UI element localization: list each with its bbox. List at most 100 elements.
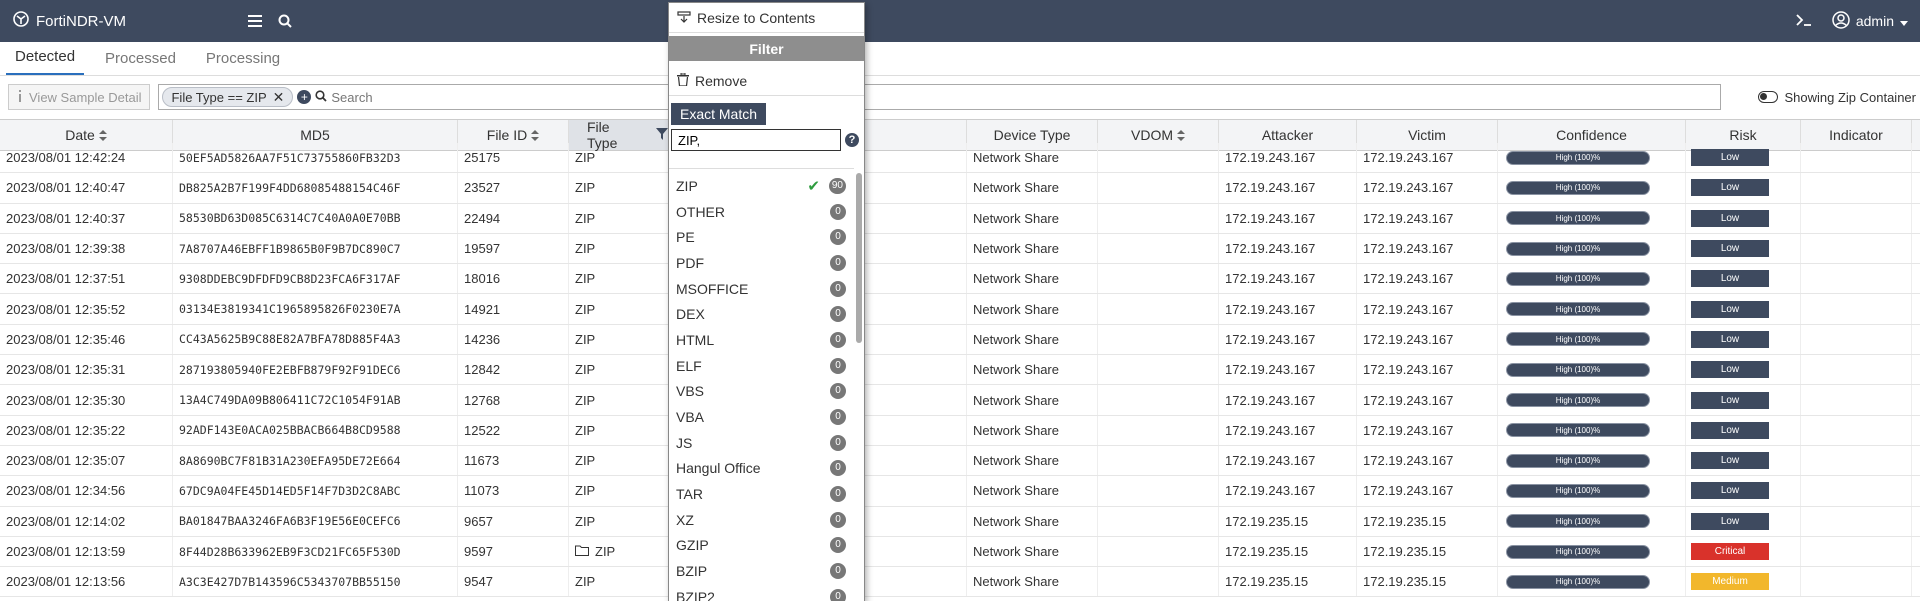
table-row[interactable]: 2023/08/01 12:35:31 287193805940FE2EBFB8… [0,355,1920,386]
brand[interactable]: FortiNDR-VM [0,10,240,32]
table-row[interactable]: 2023/08/01 12:40:47 DB825A2B7F199F4DD680… [0,173,1920,204]
filter-option-count: 90 [828,177,846,194]
cell-end [1912,143,1920,172]
view-sample-detail-button[interactable]: View Sample Detail [8,84,151,110]
filter-option[interactable]: TAR 0 [669,481,854,507]
filter-option[interactable]: ZIP ✔ 90 [669,173,854,199]
resize-to-contents-button[interactable]: Resize to Contents [669,3,864,33]
cell-file-id: 25175 [458,143,569,173]
filter-value-input[interactable] [671,129,841,151]
toggle-switch-icon[interactable] [1758,91,1779,103]
filter-option[interactable]: BZIP2 0 [669,584,854,601]
user-menu[interactable]: admin [1832,10,1908,32]
cell-victim: 172.19.243.167 [1357,445,1498,476]
confidence-bar: High (100)% [1506,332,1650,347]
search-bar[interactable]: File Type == ZIP ✕ + Search [158,84,1722,110]
cell-end [1912,567,1920,596]
table-body: 2023/08/01 12:42:24 50EF5AD5826AA7F51C73… [0,143,1920,598]
table-row[interactable]: 2023/08/01 12:42:24 50EF5AD5826AA7F51C73… [0,143,1920,174]
cell-file-type: ZIP [569,385,669,415]
filter-options-scrollbar[interactable] [856,173,862,343]
table-row[interactable]: 2023/08/01 12:35:22 92ADF143E0ACA025BBAC… [0,415,1920,446]
confidence-bar: High (100)% [1506,423,1650,438]
cli-console-icon[interactable] [1796,13,1812,29]
filter-option[interactable]: PDF 0 [669,250,854,276]
cell-risk: Low [1686,294,1801,324]
resize-to-contents-label: Resize to Contents [697,9,816,26]
filter-option[interactable]: MSOFFICE 0 [669,276,854,302]
cell-risk: Medium [1686,567,1801,597]
table-row[interactable]: 2023/08/01 12:14:02 BA01847BAA3246FA6B3F… [0,506,1920,537]
filter-option[interactable]: Hangul Office 0 [669,456,854,482]
toolbar: View Sample Detail File Type == ZIP ✕ + … [0,80,1920,114]
filter-option[interactable]: GZIP 0 [669,533,854,559]
filter-option[interactable]: BZIP 0 [669,558,854,584]
filter-option[interactable]: VBA 0 [669,404,854,430]
table-row[interactable]: 2023/08/01 12:13:56 A3C3E427D7B143596C53… [0,567,1920,598]
table-row[interactable]: 2023/08/01 12:35:46 CC43A5625B9C88E82A7B… [0,324,1920,356]
filter-option[interactable]: PE 0 [669,224,854,250]
search-icon[interactable] [270,0,300,42]
filter-funnel-icon[interactable] [656,127,668,143]
cell-date: 2023/08/01 12:13:56 [0,567,173,597]
filter-chip[interactable]: File Type == ZIP ✕ [162,87,294,107]
table-row[interactable]: 2023/08/01 12:35:52 03134E3819341C196589… [0,294,1920,325]
cell-file-type: ZIP [569,476,669,506]
table-row[interactable]: 2023/08/01 12:34:56 67DC9A04FE45D14ED5F1… [0,476,1920,507]
risk-badge: Low [1691,421,1769,439]
cell-md5: 03134E3819341C1965895826F0230E7A [173,294,458,324]
filter-option[interactable]: DEX 0 [669,301,854,327]
filter-option[interactable]: VBS 0 [669,379,854,405]
remove-filter-icon[interactable]: ✕ [273,89,285,106]
confidence-bar: High (100)% [1506,574,1650,589]
tab-processing[interactable]: Processing [197,41,289,75]
table-row[interactable]: 2023/08/01 12:37:51 9308DDEBC9DFDFD9CB8D… [0,264,1920,295]
cell-indicator [1801,324,1912,355]
filter-option-count: 0 [830,460,846,477]
tab-detected[interactable]: Detected [6,41,85,75]
chevron-down-icon [1900,13,1908,29]
filter-option[interactable]: JS 0 [669,430,854,456]
cell-vdom [1098,567,1219,597]
cell-file-id: 19597 [458,233,569,264]
remove-filter-button[interactable]: Remove [669,66,864,96]
confidence-bar: High (100)% [1506,362,1650,377]
risk-badge: Low [1691,391,1769,409]
zip-container-toggle[interactable]: Showing Zip Container [1758,80,1916,114]
cell-md5: BA01847BAA3246FA6B3F19E56E0CEFC6 [173,506,458,536]
cell-vdom [1098,445,1219,476]
filter-option[interactable]: XZ 0 [669,507,854,533]
filter-option-label: ZIP [676,177,698,194]
help-icon[interactable]: ? [845,133,859,147]
exact-match-button[interactable]: Exact Match [671,103,766,125]
cell-file-id: 18016 [458,264,569,294]
remove-label: Remove [695,72,748,89]
filter-option-label: JS [676,434,693,451]
table-row[interactable]: 2023/08/01 12:35:30 13A4C749DA09B806411C… [0,385,1920,416]
cell-vdom [1098,415,1219,445]
table-row[interactable]: 2023/08/01 12:35:07 8A8690BC7F81B31A230E… [0,445,1920,477]
tab-processed[interactable]: Processed [96,41,185,75]
filter-option-label: PE [676,229,695,246]
risk-badge: Low [1691,361,1769,379]
filter-option[interactable]: ELF 0 [669,353,854,379]
search-input[interactable]: Search [331,90,372,105]
table-row[interactable]: 2023/08/01 12:13:59 8F44D28B633962EB9F3C… [0,536,1920,568]
risk-badge: Low [1691,179,1769,197]
cell-attacker: 172.19.243.167 [1219,294,1357,324]
add-filter-icon[interactable]: + [297,90,312,104]
filter-option[interactable]: HTML 0 [669,327,854,353]
cell-md5: 8A8690BC7F81B31A230EFA95DE72E664 [173,445,458,476]
cell-indicator [1801,294,1912,324]
filter-option-count: 0 [830,486,846,503]
filter-option-label: BZIP [676,563,708,580]
filter-option-count: 0 [830,537,846,554]
filter-option[interactable]: OTHER 0 [669,199,854,225]
top-bar: FortiNDR-VM admin [0,0,1920,42]
table-row[interactable]: 2023/08/01 12:40:37 58530BD63D085C6314C7… [0,203,1920,234]
hamburger-menu-icon[interactable] [240,0,270,42]
cell-device-type: Network Share [967,143,1098,173]
table-row[interactable]: 2023/08/01 12:39:38 7A8707A46EBFF1B9865B… [0,233,1920,265]
cell-risk: Critical [1686,536,1801,567]
confidence-bar: High (100)% [1506,150,1650,165]
